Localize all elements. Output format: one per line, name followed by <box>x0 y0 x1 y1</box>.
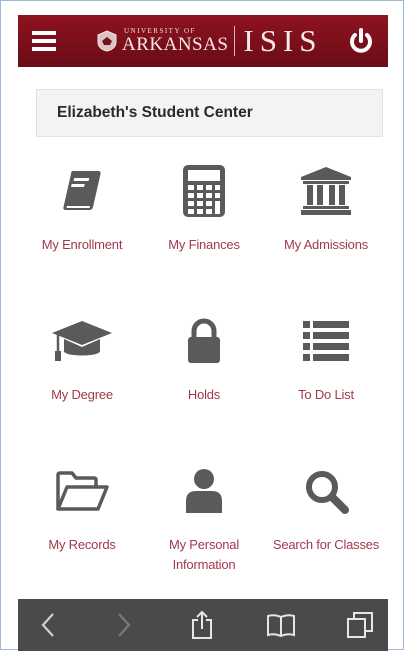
tile-to-do-list[interactable]: To Do List <box>264 297 388 437</box>
tile-label: My Records <box>48 537 116 552</box>
browser-toolbar <box>18 599 388 651</box>
chevron-left-icon <box>41 613 54 637</box>
tile-label: My Enrollment <box>41 237 123 252</box>
tile-label: My Degree <box>51 387 113 402</box>
bookmarks-icon <box>267 614 295 638</box>
tile-label: Holds <box>187 387 221 402</box>
share-icon <box>192 610 212 639</box>
power-icon <box>350 28 372 53</box>
bookmarks-button[interactable] <box>261 609 301 641</box>
tile-label: My Admissions <box>283 237 369 252</box>
tile-label: My Personal Information <box>168 537 240 572</box>
lock-icon <box>188 318 220 363</box>
list-icon <box>303 321 349 361</box>
university-logo[interactable]: UNIVERSITY OF ARKANSAS ISIS <box>95 23 323 59</box>
page-title: Elizabeth's Student Center <box>57 104 253 121</box>
institution-icon <box>301 167 351 215</box>
tile-label: Search for Classes <box>272 537 380 552</box>
tile-label: My Finances <box>168 237 240 252</box>
system-name: ISIS <box>243 23 323 58</box>
app-header: UNIVERSITY OF ARKANSAS ISIS <box>18 15 388 67</box>
menu-button[interactable] <box>28 25 62 57</box>
back-button[interactable] <box>28 609 68 641</box>
search-icon <box>306 471 349 514</box>
tabs-button[interactable] <box>340 609 380 641</box>
forward-button[interactable] <box>104 609 144 641</box>
tile-my-personal-information[interactable]: My Personal Information <box>142 447 266 587</box>
book-icon <box>63 171 101 210</box>
chevron-right-icon <box>118 613 131 637</box>
tile-my-records[interactable]: My Records <box>20 447 144 587</box>
tile-my-admissions[interactable]: My Admissions <box>264 147 388 287</box>
tile-holds[interactable]: Holds <box>142 297 266 437</box>
calculator-icon <box>183 165 225 217</box>
razorback-seal-icon <box>97 30 117 52</box>
hamburger-menu-icon <box>32 31 56 51</box>
tile-my-finances[interactable]: My Finances <box>142 147 266 287</box>
user-icon <box>186 469 222 513</box>
tile-label: To Do List <box>298 387 354 402</box>
university-name: ARKANSAS <box>122 34 229 55</box>
logo-divider <box>234 26 236 56</box>
page-title-box: Elizabeth's Student Center <box>36 89 383 137</box>
graduation-cap-icon <box>52 321 112 361</box>
browser-frame: UNIVERSITY OF ARKANSAS ISIS Elizabeth's … <box>0 0 404 651</box>
share-button[interactable] <box>182 609 222 641</box>
tabs-icon <box>347 612 373 638</box>
tile-my-enrollment[interactable]: My Enrollment <box>20 147 144 287</box>
tile-search-for-classes[interactable]: Search for Classes <box>264 447 388 587</box>
main-content: Elizabeth's Student Center My Enrollment <box>18 67 388 599</box>
tile-my-degree[interactable]: My Degree <box>20 297 144 437</box>
folder-open-icon <box>56 471 109 511</box>
sign-out-button[interactable] <box>344 24 378 58</box>
